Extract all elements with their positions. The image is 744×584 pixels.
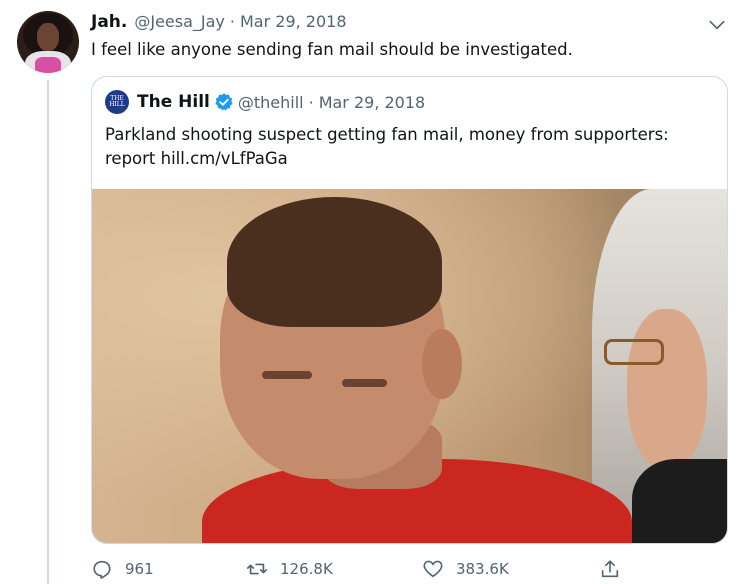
share-icon xyxy=(601,560,619,578)
reply-icon xyxy=(93,560,111,579)
retweet-count: 126.8K xyxy=(280,560,333,578)
news-photo[interactable] xyxy=(92,189,727,543)
reply-button[interactable]: 961 xyxy=(91,556,154,582)
like-button[interactable]: 383.6K xyxy=(422,556,509,582)
tweet-date[interactable]: Mar 29, 2018 xyxy=(240,12,347,31)
heart-icon xyxy=(423,560,443,578)
quoted-tweet-text: Parkland shooting suspect getting fan ma… xyxy=(105,125,669,168)
quoted-author-name[interactable]: The Hill xyxy=(137,92,210,112)
thread-line xyxy=(47,80,49,584)
verified-badge-icon xyxy=(215,93,233,111)
tweet-header: Jah. @Jeesa_Jay · Mar 29, 2018 xyxy=(91,12,347,36)
like-count: 383.6K xyxy=(456,560,509,578)
quoted-separator-dot: · xyxy=(308,92,314,112)
the-hill-logo[interactable]: THE HILL xyxy=(105,90,129,114)
quoted-author-handle[interactable]: @thehill xyxy=(238,93,304,112)
chevron-down-icon[interactable] xyxy=(707,15,727,35)
retweet-icon xyxy=(247,563,267,575)
quoted-tweet-header: THE HILL The Hill @thehill · Mar 29, 2018 xyxy=(105,90,425,114)
quoted-tweet-date[interactable]: Mar 29, 2018 xyxy=(319,93,426,112)
reply-count: 961 xyxy=(125,560,154,578)
quoted-tweet-card[interactable]: THE HILL The Hill @thehill · Mar 29, 2018… xyxy=(91,76,728,544)
separator-dot: · xyxy=(229,12,235,31)
tweet-text: I feel like anyone sending fan mail shou… xyxy=(91,40,573,59)
share-button[interactable] xyxy=(599,556,621,582)
author-handle[interactable]: @Jeesa_Jay xyxy=(134,12,225,31)
tweet-actions-bar: 961 126.8K 383.6K xyxy=(91,556,631,582)
retweet-button[interactable]: 126.8K xyxy=(246,556,333,582)
author-name[interactable]: Jah. xyxy=(91,12,127,32)
user-avatar[interactable] xyxy=(17,11,79,73)
